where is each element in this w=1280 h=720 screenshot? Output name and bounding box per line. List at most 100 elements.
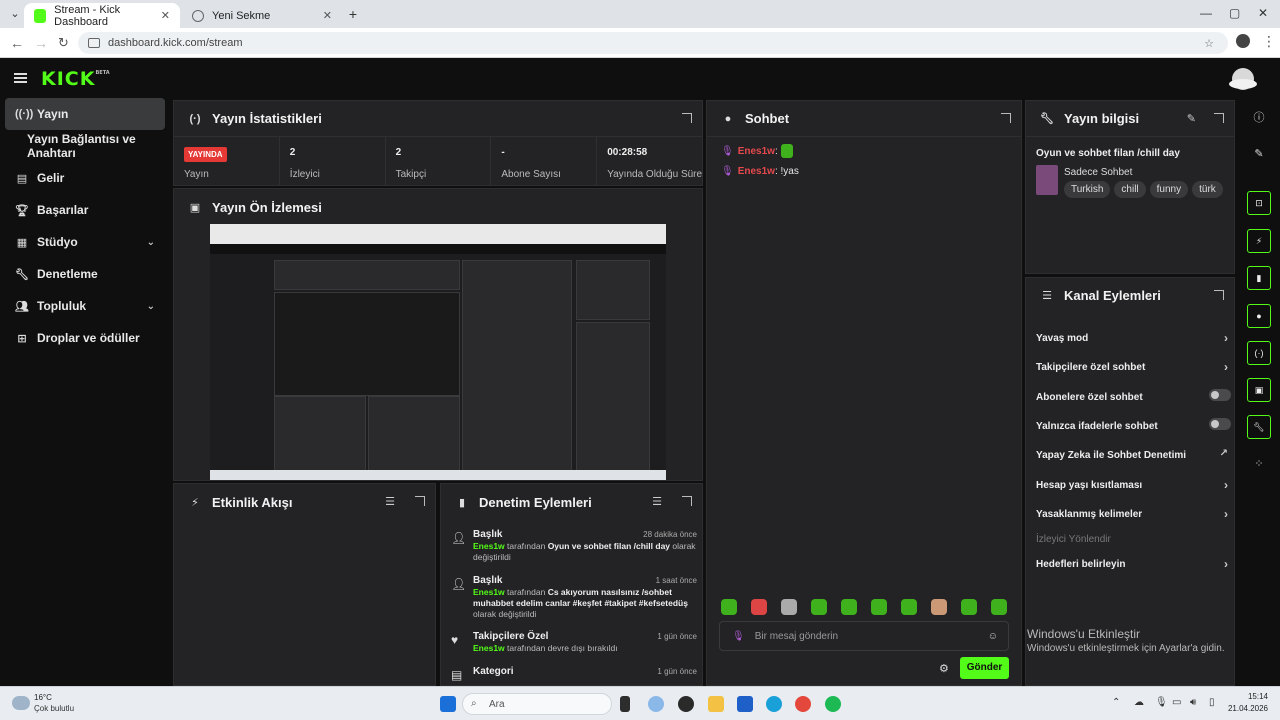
kick-logo[interactable]: KICKBETA bbox=[41, 68, 110, 90]
popout-icon[interactable] bbox=[415, 496, 425, 506]
volume-icon[interactable]: 🔊︎ bbox=[1190, 697, 1196, 708]
mod-time: 28 dakika önce bbox=[643, 530, 697, 539]
mic-icon[interactable]: 🎙︎ bbox=[1155, 697, 1168, 708]
file-explorer-icon[interactable] bbox=[708, 696, 724, 712]
action-account-age[interactable]: Hesap yaşı kısıtlaması › bbox=[1036, 478, 1228, 492]
rail-button-activity[interactable]: ⚡︎ bbox=[1247, 229, 1271, 253]
popout-icon[interactable] bbox=[1214, 113, 1224, 123]
emote-icon[interactable] bbox=[781, 599, 797, 615]
back-icon[interactable]: ← bbox=[10, 35, 24, 51]
clock-time[interactable]: 15:14 bbox=[1226, 692, 1268, 701]
sidebar: ((·)) Yayın Yayın Bağlantısı ve Anahtarı … bbox=[0, 98, 170, 686]
new-tab-button[interactable]: + bbox=[344, 5, 362, 23]
popout-icon[interactable] bbox=[1214, 290, 1224, 300]
chat-username[interactable]: Enes1w bbox=[738, 166, 775, 177]
info-icon[interactable]: ⓘ bbox=[1247, 106, 1271, 130]
emote-icon[interactable] bbox=[751, 599, 767, 615]
edit-icon[interactable]: ✎ bbox=[1247, 142, 1271, 166]
emote-icon[interactable] bbox=[901, 599, 917, 615]
emoji-icon[interactable]: ☺ bbox=[988, 631, 998, 642]
rail-button-chat[interactable]: ● bbox=[1247, 304, 1271, 328]
close-window-icon[interactable]: ✕ bbox=[1258, 6, 1268, 20]
user-avatar[interactable] bbox=[1229, 68, 1257, 90]
send-button[interactable]: Gönder bbox=[960, 657, 1009, 679]
action-banned-words[interactable]: Yasaklanmış kelimeler › bbox=[1036, 507, 1228, 521]
spotify-icon[interactable] bbox=[825, 696, 841, 712]
filter-icon[interactable]: ☰ bbox=[652, 495, 662, 508]
clock-date[interactable]: 21.04.2026 bbox=[1226, 704, 1268, 713]
edge-icon[interactable] bbox=[766, 696, 782, 712]
restore-icon[interactable]: ▢ bbox=[1229, 6, 1240, 20]
reload-icon[interactable]: ↻ bbox=[58, 35, 69, 51]
url-field[interactable]: dashboard.kick.com/stream ☆ bbox=[78, 32, 1228, 54]
menu-dots-icon[interactable]: ⋮ bbox=[1262, 33, 1276, 50]
forward-icon[interactable]: → bbox=[34, 35, 48, 51]
battery-icon[interactable]: ▯ bbox=[1209, 697, 1215, 708]
sidebar-item-studio[interactable]: ▦ Stüdyo ⌄ bbox=[5, 226, 165, 258]
close-tab-icon[interactable]: ✕ bbox=[161, 9, 170, 22]
emote-icon[interactable] bbox=[721, 599, 737, 615]
popout-icon[interactable] bbox=[1001, 113, 1011, 123]
chrome-icon[interactable] bbox=[795, 696, 811, 712]
action-slow-mode[interactable]: Yavaş mod › bbox=[1036, 331, 1228, 345]
network-icon[interactable]: ▭ bbox=[1172, 697, 1181, 708]
emote-icon[interactable] bbox=[991, 599, 1007, 615]
widgets-icon[interactable]: ⁘ bbox=[1247, 452, 1271, 476]
sidebar-item-revenue[interactable]: ▤ Gelir bbox=[5, 162, 165, 194]
sidebar-item-stream[interactable]: ((·)) Yayın bbox=[5, 98, 165, 130]
rail-button-info[interactable]: 🔧︎ bbox=[1247, 415, 1271, 439]
close-tab-icon[interactable]: ✕ bbox=[323, 9, 332, 22]
popout-icon[interactable] bbox=[682, 496, 692, 506]
sidebar-item-community[interactable]: 👥︎ Topluluk ⌄ bbox=[5, 290, 165, 322]
rail-button-layout[interactable]: ⊡ bbox=[1247, 191, 1271, 215]
store-icon[interactable] bbox=[737, 696, 753, 712]
action-set-goals[interactable]: Hedefleri belirleyin › bbox=[1036, 557, 1228, 571]
rail-button-moderation[interactable]: ▮ bbox=[1247, 266, 1271, 290]
weather-desc[interactable]: Çok bulutlu bbox=[34, 704, 74, 713]
chat-username[interactable]: Enes1w bbox=[738, 146, 775, 157]
emote-icon[interactable] bbox=[871, 599, 887, 615]
menu-icon[interactable] bbox=[14, 73, 27, 83]
site-settings-icon[interactable] bbox=[88, 38, 100, 48]
subscribers-only-toggle[interactable] bbox=[1209, 389, 1231, 401]
panel-header: 🔧︎ Yayın bilgisi ✎ bbox=[1026, 101, 1234, 137]
cloud-icon[interactable]: ☁ bbox=[1134, 697, 1144, 708]
tab-list-button[interactable]: ⌄ bbox=[6, 5, 24, 23]
rail-button-preview[interactable]: ▣ bbox=[1247, 378, 1271, 402]
chevron-down-icon: ⌄ bbox=[146, 300, 155, 312]
start-icon[interactable] bbox=[440, 696, 456, 712]
emote-icon[interactable] bbox=[841, 599, 857, 615]
stream-preview-video[interactable] bbox=[210, 224, 666, 480]
action-followers-only[interactable]: Takipçilere özel sohbet › bbox=[1036, 360, 1228, 374]
tab-new-tab[interactable]: Yeni Sekme ✕ bbox=[182, 3, 342, 28]
emote-icon[interactable] bbox=[961, 599, 977, 615]
rail-button-stats[interactable]: (·) bbox=[1247, 341, 1271, 365]
sidebar-item-moderation[interactable]: 🔧︎ Denetleme bbox=[5, 258, 165, 290]
bookmark-star-icon[interactable]: ☆ bbox=[1204, 37, 1214, 50]
sidebar-item-stream-key[interactable]: Yayın Bağlantısı ve Anahtarı bbox=[5, 130, 165, 162]
weather-icon[interactable] bbox=[12, 696, 30, 710]
sidebar-item-drops[interactable]: ⊞ Droplar ve ödüller bbox=[5, 322, 165, 354]
emotes-only-toggle[interactable] bbox=[1209, 418, 1231, 430]
minimize-icon[interactable]: — bbox=[1200, 6, 1212, 20]
popout-icon[interactable] bbox=[682, 113, 692, 123]
emote-icon[interactable] bbox=[931, 599, 947, 615]
edit-icon[interactable]: ✎ bbox=[1187, 112, 1196, 125]
mod-user[interactable]: Enes1w bbox=[473, 541, 505, 551]
emote-icon[interactable] bbox=[811, 599, 827, 615]
sidebar-item-achievements[interactable]: 🏆︎ Başarılar bbox=[5, 194, 165, 226]
profile-icon[interactable] bbox=[1236, 34, 1250, 48]
filter-icon[interactable]: ☰ bbox=[385, 495, 395, 508]
chat-input[interactable]: 🎙︎ Bir mesaj gönderin ☺ bbox=[719, 621, 1009, 651]
mod-user[interactable]: Enes1w bbox=[473, 643, 505, 653]
app-icon[interactable] bbox=[678, 696, 694, 712]
tray-chevron-icon[interactable]: ⌃ bbox=[1112, 697, 1120, 708]
action-ai-moderation[interactable]: Yapay Zeka ile Sohbet Denetimi ↗ bbox=[1036, 448, 1228, 461]
taskbar-search[interactable]: ⌕ Ara bbox=[462, 693, 612, 715]
gear-icon[interactable]: ⚙ bbox=[939, 662, 949, 675]
mod-user[interactable]: Enes1w bbox=[473, 587, 505, 597]
copilot-icon[interactable] bbox=[648, 696, 664, 712]
task-view-icon[interactable] bbox=[620, 696, 630, 712]
weather-temp[interactable]: 16°C bbox=[34, 693, 52, 702]
tab-kick-dashboard[interactable]: Stream - Kick Dashboard ✕ bbox=[24, 3, 180, 28]
